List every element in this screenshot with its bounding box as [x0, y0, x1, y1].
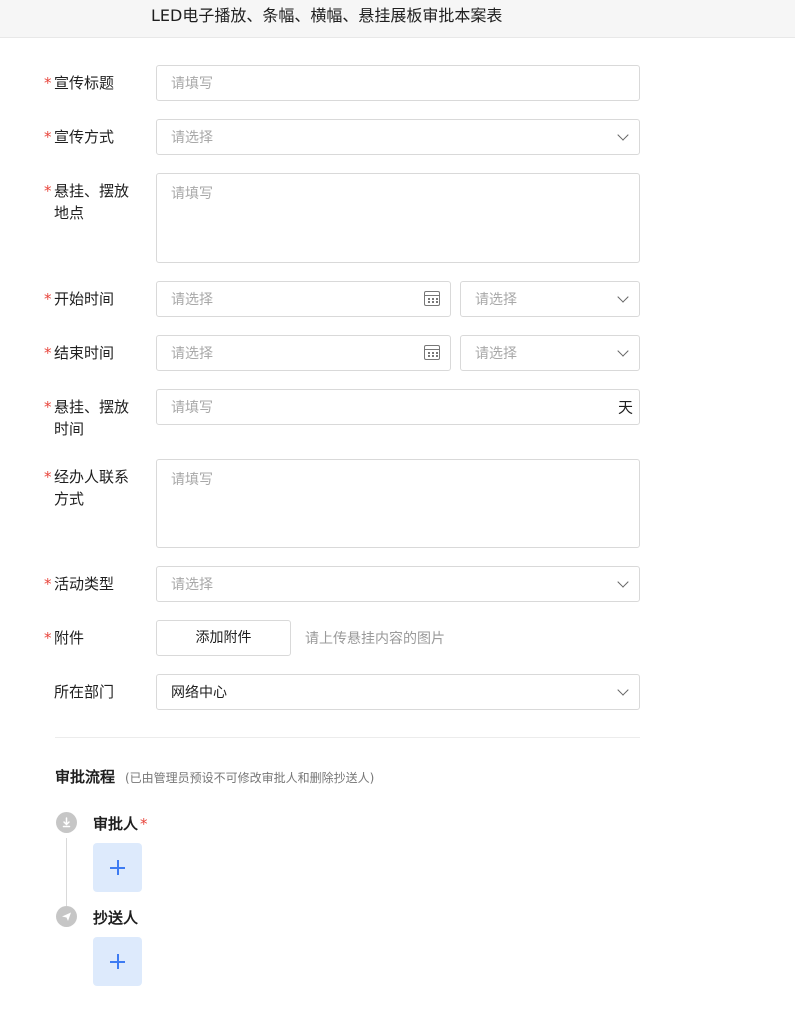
- required-mark: *: [44, 182, 52, 200]
- end-date-placeholder: 请选择: [171, 346, 213, 362]
- form-title: LED电子播放、条幅、横幅、悬挂展板审批本案表: [151, 6, 503, 25]
- section-divider: [55, 737, 640, 738]
- add-attachment-button[interactable]: 添加附件: [156, 620, 291, 656]
- required-mark: *: [44, 468, 52, 486]
- calendar-icon: [424, 345, 440, 360]
- start-time-label: * 开始时间: [44, 290, 115, 308]
- duration-input[interactable]: 请填写 天: [156, 389, 640, 425]
- activity-type-select[interactable]: 请选择: [156, 566, 640, 602]
- location-placeholder: 请填写: [171, 186, 213, 202]
- chevron-down-icon: [617, 684, 629, 696]
- start-date-placeholder: 请选择: [171, 292, 213, 308]
- approval-flow-note: (已由管理员预设不可修改审批人和删除抄送人): [125, 771, 375, 785]
- chevron-down-icon: [617, 129, 629, 141]
- required-mark: *: [44, 398, 52, 416]
- location-textarea[interactable]: 请填写: [156, 173, 640, 263]
- end-time-placeholder: 请选择: [475, 346, 517, 362]
- start-time-select[interactable]: 请选择: [460, 281, 640, 317]
- send-icon: [62, 912, 71, 921]
- duration-placeholder: 请填写: [171, 400, 213, 416]
- cc-label: 抄送人: [93, 909, 139, 927]
- title-placeholder: 请填写: [171, 76, 213, 92]
- end-time-label: * 结束时间: [44, 344, 115, 362]
- activity-type-label: * 活动类型: [44, 575, 115, 593]
- contact-textarea[interactable]: 请填写: [156, 459, 640, 548]
- chevron-down-icon: [617, 291, 629, 303]
- end-date-picker[interactable]: 请选择: [156, 335, 451, 371]
- duration-unit: 天: [617, 398, 633, 417]
- add-approver-button[interactable]: [93, 843, 142, 892]
- attachment-label: * 附件: [44, 629, 85, 647]
- calendar-icon: [424, 291, 440, 306]
- department-label: 所在部门: [54, 683, 115, 701]
- end-time-select[interactable]: 请选择: [460, 335, 640, 371]
- download-arrow-icon: [62, 817, 71, 828]
- approval-flow-title: 审批流程: [55, 768, 116, 786]
- method-placeholder: 请选择: [171, 130, 213, 146]
- required-mark: *: [140, 815, 148, 833]
- flow-connector: [66, 838, 67, 906]
- duration-label: * 悬挂、摆放时间: [44, 398, 130, 438]
- required-mark: *: [44, 128, 52, 146]
- method-select[interactable]: 请选择: [156, 119, 640, 155]
- contact-placeholder: 请填写: [171, 472, 213, 488]
- required-mark: *: [44, 575, 52, 593]
- title-label: * 宣传标题: [44, 74, 115, 92]
- add-cc-button[interactable]: [93, 937, 142, 986]
- required-mark: *: [44, 74, 52, 92]
- form-header: LED电子播放、条幅、横幅、悬挂展板审批本案表: [0, 0, 795, 38]
- chevron-down-icon: [617, 576, 629, 588]
- department-value: 网络中心: [171, 685, 227, 701]
- approver-step-icon: [56, 812, 77, 833]
- contact-label: * 经办人联系方式: [44, 468, 130, 508]
- method-label: * 宣传方式: [44, 128, 115, 146]
- activity-type-placeholder: 请选择: [171, 577, 213, 593]
- required-mark: *: [44, 344, 52, 362]
- approver-label: 审批人 *: [93, 815, 148, 833]
- required-mark: *: [44, 629, 52, 647]
- chevron-down-icon: [617, 345, 629, 357]
- start-time-placeholder: 请选择: [475, 292, 517, 308]
- cc-step-icon: [56, 906, 77, 927]
- location-label: * 悬挂、摆放地点: [44, 182, 130, 222]
- title-input[interactable]: 请填写: [156, 65, 640, 101]
- start-date-picker[interactable]: 请选择: [156, 281, 451, 317]
- required-mark: *: [44, 290, 52, 308]
- attachment-hint: 请上传悬挂内容的图片: [305, 631, 445, 647]
- department-select[interactable]: 网络中心: [156, 674, 640, 710]
